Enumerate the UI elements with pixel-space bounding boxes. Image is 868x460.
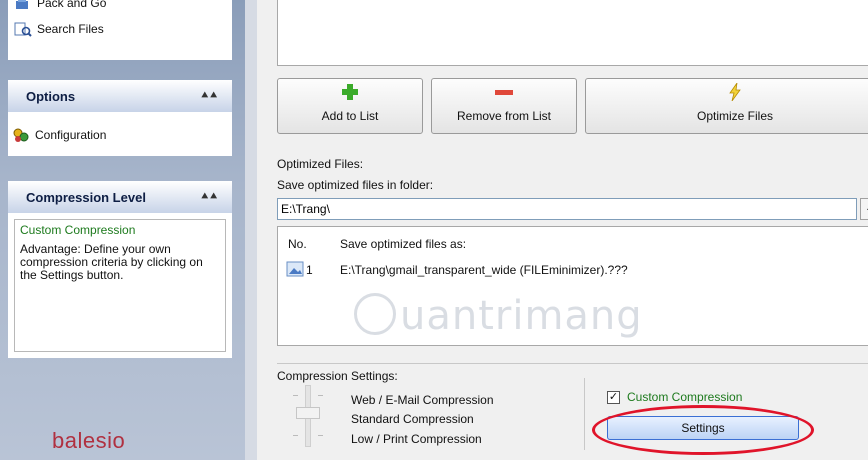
optimize-files-button[interactable]: Optimize Files xyxy=(585,78,868,134)
main-pane: Add to List Remove from List Optimize Fi… xyxy=(245,0,868,460)
minus-icon xyxy=(494,83,514,104)
table-row-no: 1 xyxy=(306,263,313,277)
tasks-box: Pack and Go Search Files xyxy=(8,0,232,60)
slider-tick xyxy=(293,395,298,396)
watermark: uantrimang xyxy=(400,293,643,339)
add-to-list-button[interactable]: Add to List xyxy=(277,78,423,134)
chevron-up-icon[interactable]: ⯅⯅ xyxy=(200,191,218,204)
configuration-icon xyxy=(12,127,30,143)
options-title: Options xyxy=(26,88,76,104)
custom-compression-label[interactable]: Custom Compression xyxy=(627,390,742,404)
custom-compression-title: Custom Compression xyxy=(20,223,136,237)
slider-tick xyxy=(318,395,323,396)
search-files-icon xyxy=(14,21,32,37)
task-pack-and-go[interactable]: Pack and Go xyxy=(8,0,232,12)
options-header[interactable]: Options ⯅⯅ xyxy=(8,80,232,112)
chevron-up-icon[interactable]: ⯅⯅ xyxy=(200,90,218,103)
compression-level-title: Compression Level xyxy=(26,189,146,205)
balesio-logo: balesio xyxy=(52,428,126,453)
divider xyxy=(584,378,585,450)
compression-description: Advantage: Define your own compression c… xyxy=(20,242,203,282)
column-header-save-as: Save optimized files as: xyxy=(340,237,467,251)
lightning-icon xyxy=(728,82,742,104)
compression-level-box: Custom Compression Advantage: Define you… xyxy=(8,213,232,358)
slider-tick xyxy=(293,435,298,436)
custom-compression-checkbox[interactable]: ✓ xyxy=(607,391,620,404)
options-box: Configuration xyxy=(8,112,232,156)
table-row-path[interactable]: E:\Trang\gmail_transparent_wide (FILEmin… xyxy=(340,263,628,277)
slider-tick xyxy=(318,435,323,436)
column-header-no: No. xyxy=(288,237,307,251)
highlight-annotation xyxy=(592,405,814,455)
task-label: Search Files xyxy=(37,22,104,36)
watermark-logo-icon xyxy=(354,293,396,335)
compression-level-slider[interactable] xyxy=(293,385,323,447)
level-low-print[interactable]: Low / Print Compression xyxy=(351,432,482,446)
output-folder-input[interactable] xyxy=(277,198,857,220)
compression-level-header[interactable]: Compression Level ⯅⯅ xyxy=(8,181,232,213)
task-search-files[interactable]: Search Files xyxy=(8,18,232,40)
output-files-list[interactable]: No. Save optimized files as: 1 E:\Trang\… xyxy=(277,226,868,346)
task-pane: Pack and Go Search Files Options ⯅⯅ Conf… xyxy=(0,0,245,460)
task-configuration[interactable]: Configuration xyxy=(8,124,232,146)
optimize-label: Optimize Files xyxy=(696,109,773,123)
remove-label: Remove from List xyxy=(456,109,552,123)
compression-settings-label: Compression Settings: xyxy=(277,369,398,383)
level-web-email[interactable]: Web / E-Mail Compression xyxy=(351,393,494,407)
optimized-files-group-label: Optimized Files: xyxy=(277,157,364,171)
add-label: Add to List xyxy=(321,109,379,123)
task-label: Configuration xyxy=(35,128,107,142)
compression-info: Custom Compression Advantage: Define you… xyxy=(14,219,226,352)
browse-button[interactable]: ... xyxy=(860,198,868,220)
file-list[interactable] xyxy=(277,0,868,66)
task-label: Pack and Go xyxy=(37,0,107,10)
folder-label: Save optimized files in folder: xyxy=(277,178,434,192)
remove-from-list-button[interactable]: Remove from List xyxy=(431,78,577,134)
level-standard[interactable]: Standard Compression xyxy=(351,412,474,426)
plus-icon xyxy=(341,83,359,104)
pack-icon xyxy=(14,0,32,11)
image-file-icon xyxy=(286,261,304,280)
slider-thumb[interactable] xyxy=(296,407,320,419)
